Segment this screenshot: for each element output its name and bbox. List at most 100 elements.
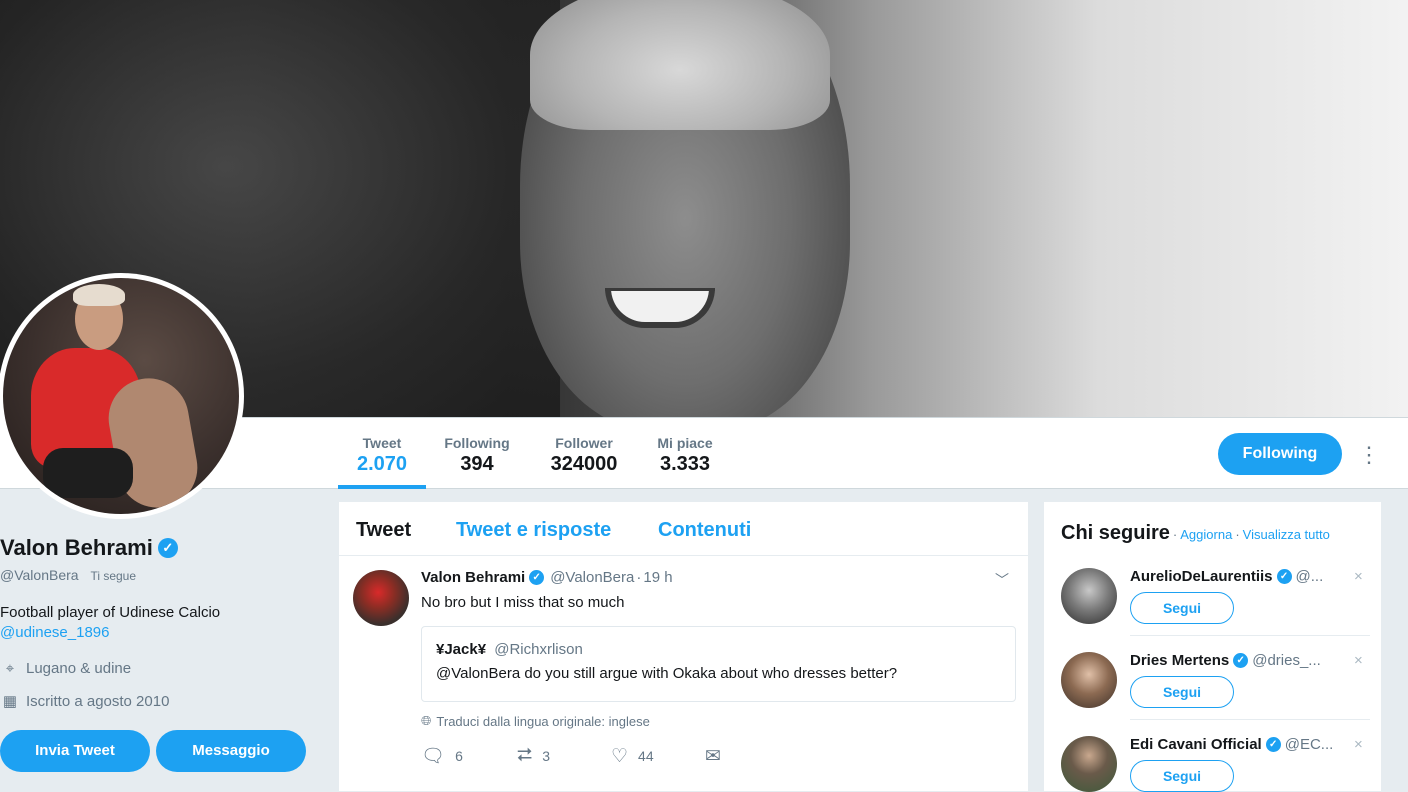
quoted-author-handle: @Richxrlison <box>494 641 583 658</box>
header-separator: · <box>1235 527 1240 542</box>
follow-button[interactable]: Segui <box>1130 760 1234 792</box>
suggestion-item: Dries Mertens ✓ @dries_... × Segui <box>1044 644 1383 728</box>
suggestion-item: AurelioDeLaurentiis ✓ @... × Segui <box>1044 560 1383 644</box>
avatar-shorts <box>43 448 133 498</box>
suggestion-name[interactable]: Edi Cavani Official <box>1130 736 1262 753</box>
following-button[interactable]: Following <box>1218 433 1342 475</box>
dismiss-icon[interactable]: × <box>1354 568 1363 585</box>
location-pin-icon: ⌖ <box>5 659 15 677</box>
translate-text: Traduci dalla lingua originale: inglese <box>436 713 650 729</box>
profile-handle-row: @ValonBera Ti segue <box>0 567 320 583</box>
location-text: Lugano & udine <box>26 659 132 677</box>
stat-label: Following <box>444 435 510 451</box>
tab-tweets[interactable]: Tweet <box>356 519 411 542</box>
tweet-header: Valon Behrami ✓ @ValonBera · 19 h <box>421 569 673 586</box>
stat-likes[interactable]: Mi piace 3.333 <box>646 418 724 489</box>
suggestion-handle: @... <box>1295 568 1324 585</box>
verified-badge-icon: ✓ <box>529 570 545 585</box>
heart-icon: ♡ <box>611 745 629 767</box>
more-options-icon[interactable]: ⋮ <box>1358 440 1380 470</box>
like-button[interactable]: ♡ 44 <box>611 745 705 768</box>
tweet-to-button[interactable]: Invia Tweet <box>0 730 150 772</box>
avatar-image <box>3 278 239 514</box>
profile-name[interactable]: Valon Behrami <box>0 535 153 561</box>
suggestion-handle: @dries_... <box>1252 652 1321 669</box>
tweet[interactable]: Valon Behrami ✓ @ValonBera · 19 h ﹀ No b… <box>339 556 1028 792</box>
reply-button[interactable]: 🗨︎ 6 <box>421 744 517 768</box>
dismiss-icon[interactable]: × <box>1354 736 1363 753</box>
like-count: 44 <box>638 748 654 764</box>
profile-name-row: Valon Behrami ✓ <box>0 530 320 566</box>
stat-followers[interactable]: Follower 324000 <box>538 418 630 489</box>
chevron-down-icon[interactable]: ﹀ <box>995 570 1009 590</box>
tweet-actions: 🗨︎ 6 ⮂ 3 ♡ 44 ✉ <box>421 744 731 768</box>
stat-label: Mi piace <box>657 435 713 451</box>
suggestion-avatar[interactable] <box>1061 652 1117 708</box>
calendar-icon: ▦ <box>2 693 18 710</box>
quoted-tweet[interactable]: ¥Jack¥ @Richxrlison @ValonBera do you st… <box>421 626 1016 702</box>
bio-mention-link[interactable]: @udinese_1896 <box>0 624 109 641</box>
suggestion-name[interactable]: Dries Mertens <box>1130 652 1229 669</box>
header-separator: · <box>1172 527 1178 542</box>
message-button[interactable]: Messaggio <box>156 730 306 772</box>
tweet-separator: · <box>636 569 642 586</box>
stat-tweets[interactable]: Tweet 2.070 <box>338 418 426 489</box>
verified-badge-icon: ✓ <box>1276 569 1292 584</box>
refresh-link[interactable]: Aggiorna <box>1180 527 1232 542</box>
stat-value: 324000 <box>550 453 618 475</box>
who-to-follow: Chi seguire · Aggiorna · Visualizza tutt… <box>1043 501 1382 792</box>
timeline-tabs: Tweet Tweet e risposte Contenuti <box>339 502 1028 556</box>
verified-badge-icon: ✓ <box>157 538 178 558</box>
quoted-tweet-header: ¥Jack¥ @Richxrlison <box>436 641 583 658</box>
profile-location: ⌖ Lugano & udine <box>0 657 320 679</box>
quoted-tweet-text: @ValonBera do you still argue with Okaka… <box>436 665 898 682</box>
joined-text: Iscritto a agosto 2010 <box>26 692 170 710</box>
dismiss-icon[interactable]: × <box>1354 652 1363 669</box>
suggestion-avatar[interactable] <box>1061 736 1117 792</box>
view-all-link[interactable]: Visualizza tutto <box>1243 527 1330 542</box>
direct-message-button[interactable]: ✉ <box>705 745 731 768</box>
who-to-follow-header: Chi seguire · Aggiorna · Visualizza tutt… <box>1061 522 1330 545</box>
reply-count: 6 <box>455 748 463 764</box>
stat-label: Tweet <box>362 435 402 451</box>
retweet-button[interactable]: ⮂ 3 <box>517 745 611 767</box>
suggestion-name-row: AurelioDeLaurentiis ✓ @... <box>1130 568 1342 585</box>
stat-value: 3.333 <box>659 453 711 475</box>
stat-value: 394 <box>460 453 494 475</box>
globe-icon: 🌐︎ <box>421 713 432 728</box>
tweet-author-handle[interactable]: @ValonBera <box>550 569 634 586</box>
tweet-author-name[interactable]: Valon Behrami <box>421 569 525 586</box>
tweet-text: No bro but I miss that so much <box>421 594 625 611</box>
tab-media[interactable]: Contenuti <box>658 519 751 542</box>
follows-you-badge: Ti segue <box>90 569 137 583</box>
banner-hair <box>530 0 830 130</box>
suggestion-name[interactable]: AurelioDeLaurentiis <box>1130 568 1273 585</box>
suggestion-avatar[interactable] <box>1061 568 1117 624</box>
reply-icon: 🗨︎ <box>421 746 446 767</box>
profile-actions: Invia Tweet Messaggio <box>0 730 320 772</box>
profile-handle[interactable]: @ValonBera <box>0 567 79 583</box>
quoted-author-name: ¥Jack¥ <box>436 641 487 658</box>
retweet-icon: ⮂ <box>517 745 533 766</box>
tweet-avatar[interactable] <box>353 570 409 626</box>
follow-button[interactable]: Segui <box>1130 592 1234 624</box>
suggestion-handle: @EC... <box>1284 736 1334 753</box>
timeline: Tweet Tweet e risposte Contenuti Valon B… <box>338 501 1029 792</box>
stat-label: Follower <box>555 435 613 451</box>
tweet-timestamp[interactable]: 19 h <box>643 569 672 586</box>
retweet-count: 3 <box>542 748 550 764</box>
profile-card: Valon Behrami ✓ @ValonBera Ti segue Foot… <box>0 530 320 772</box>
profile-bio: Football player of Udinese Calcio <box>0 604 221 621</box>
divider <box>1130 719 1370 720</box>
tab-tweets-replies[interactable]: Tweet e risposte <box>456 519 611 542</box>
suggestion-name-row: Edi Cavani Official ✓ @EC... <box>1130 736 1342 753</box>
profile-avatar[interactable] <box>0 273 244 519</box>
follow-button[interactable]: Segui <box>1130 676 1234 708</box>
suggestion-item: Edi Cavani Official ✓ @EC... × Segui <box>1044 728 1383 792</box>
verified-badge-icon: ✓ <box>1233 653 1249 668</box>
who-to-follow-title: Chi seguire <box>1061 522 1170 544</box>
translate-link[interactable]: 🌐︎ Traduci dalla lingua originale: ingle… <box>421 713 650 729</box>
stat-following[interactable]: Following 394 <box>434 418 520 489</box>
suggestion-name-row: Dries Mertens ✓ @dries_... <box>1130 652 1342 669</box>
stat-value: 2.070 <box>356 453 408 475</box>
